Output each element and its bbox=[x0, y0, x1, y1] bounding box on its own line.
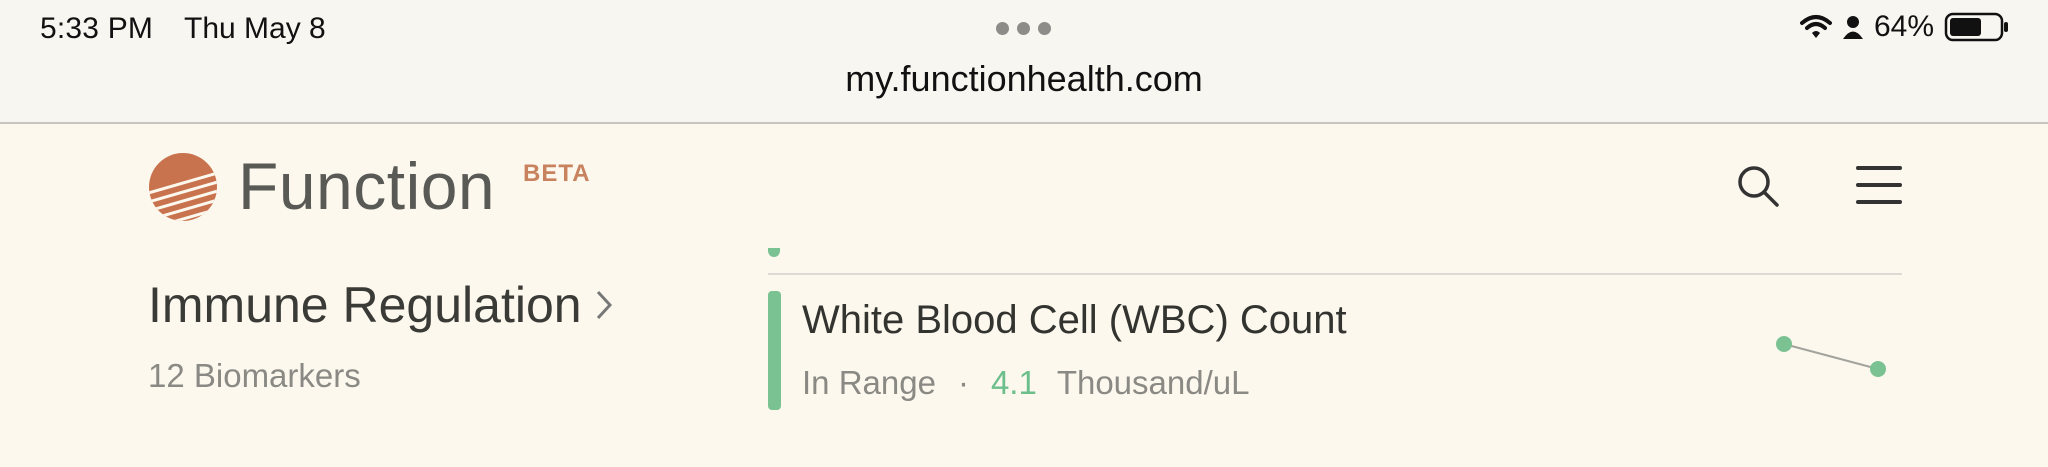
battery-icon bbox=[1944, 12, 2010, 42]
range-status: In Range bbox=[802, 364, 936, 401]
hamburger-menu-icon bbox=[1856, 166, 1902, 204]
search-button[interactable] bbox=[1734, 162, 1782, 210]
person-icon bbox=[1842, 14, 1864, 40]
trend-sparkline bbox=[1776, 336, 1886, 377]
search-icon bbox=[1738, 166, 1779, 207]
chevron-right-icon bbox=[596, 290, 612, 320]
in-range-indicator bbox=[768, 291, 781, 410]
address-bar[interactable]: my.functionhealth.com bbox=[0, 58, 2048, 100]
biomarker-count: 12 Biomarkers bbox=[148, 357, 361, 394]
function-logo[interactable] bbox=[148, 152, 218, 222]
status-date: Thu May 8 bbox=[184, 12, 326, 45]
status-bar: 5:33 PM Thu May 8 64% my.functionhealth.… bbox=[0, 0, 2048, 124]
biomarker-value: 4.1 bbox=[990, 364, 1037, 401]
multitasking-dots-icon[interactable] bbox=[996, 22, 1051, 35]
system-indicators: 64% bbox=[1799, 10, 2010, 44]
section-title-link[interactable]: Immune Regulation bbox=[148, 276, 612, 334]
previous-row-indicator bbox=[768, 248, 780, 257]
trend-point-current bbox=[1870, 361, 1886, 377]
battery-percent: 64% bbox=[1873, 10, 1934, 43]
beta-badge: BETA bbox=[523, 160, 591, 187]
biomarker-name: White Blood Cell (WBC) Count bbox=[802, 298, 1347, 342]
wifi-icon bbox=[1799, 14, 1832, 40]
menu-button[interactable] bbox=[1856, 164, 1902, 206]
trend-point-previous bbox=[1776, 336, 1792, 352]
brand-name: Function bbox=[238, 149, 496, 223]
section-title: Immune Regulation bbox=[148, 277, 582, 333]
row-divider bbox=[768, 273, 1902, 275]
meta-separator: · bbox=[957, 364, 969, 401]
status-time: 5:33 PM bbox=[40, 12, 154, 45]
biomarker-unit: Thousand/uL bbox=[1056, 364, 1250, 401]
biomarker-meta: In Range · 4.1 Thousand/uL bbox=[802, 364, 1249, 402]
